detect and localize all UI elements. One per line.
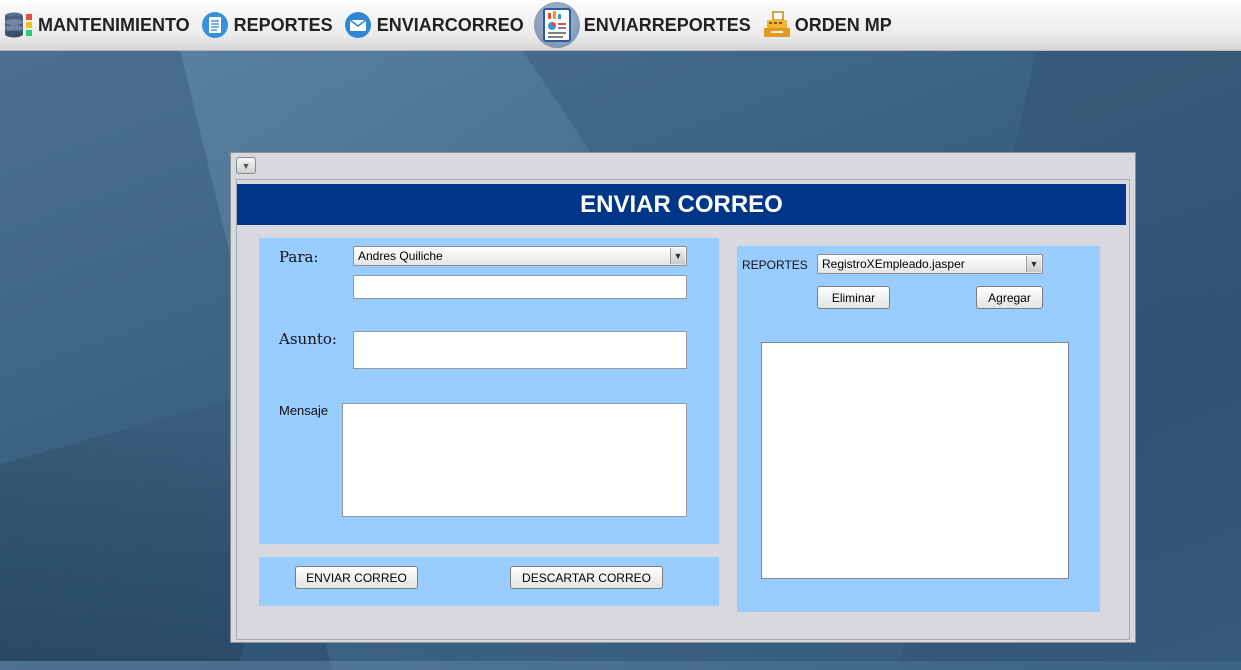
reports-selected-value: RegistroXEmpleado.jasper bbox=[822, 257, 965, 271]
asunto-field[interactable] bbox=[353, 331, 687, 369]
remove-report-button[interactable]: Eliminar bbox=[817, 286, 890, 309]
database-icon bbox=[4, 10, 34, 40]
para-combobox[interactable]: Andres Quiliche ▼ bbox=[353, 246, 687, 266]
para-selected-value: Andres Quiliche bbox=[358, 249, 443, 263]
menu-label: MANTENIMIENTO bbox=[38, 14, 190, 35]
menu-reportes[interactable]: REPORTES bbox=[196, 0, 339, 50]
reports-label: REPORTES bbox=[742, 258, 808, 272]
menu-label: ORDEN MP bbox=[794, 14, 892, 35]
add-report-button[interactable]: Agregar bbox=[976, 286, 1043, 309]
email-actions-panel: ENVIAR CORREO DESCARTAR CORREO bbox=[259, 557, 719, 606]
envelope-icon bbox=[343, 10, 373, 40]
menu-enviarreportes[interactable]: ENVIARREPORTES bbox=[530, 0, 757, 50]
enviar-correo-window: ▼ ENVIAR CORREO Para: Andres Quiliche ▼ … bbox=[230, 152, 1136, 643]
menu-bar: MANTENIMIENTO REPORTES ENVIARCORREO ENVI… bbox=[0, 0, 1241, 51]
window-menu-button[interactable]: ▼ bbox=[236, 157, 256, 174]
discard-email-button[interactable]: DESCARTAR CORREO bbox=[510, 566, 663, 589]
reports-list[interactable] bbox=[761, 342, 1069, 579]
reports-combobox[interactable]: RegistroXEmpleado.jasper ▼ bbox=[817, 254, 1043, 274]
window-title: ENVIAR CORREO bbox=[237, 184, 1126, 225]
menu-label: ENVIARCORREO bbox=[376, 14, 524, 35]
menu-orden-mp[interactable]: ORDEN MP bbox=[757, 0, 898, 50]
window-content: ENVIAR CORREO Para: Andres Quiliche ▼ As… bbox=[236, 179, 1130, 640]
cash-register-icon bbox=[761, 10, 791, 40]
report-chart-icon bbox=[533, 2, 580, 48]
send-email-button[interactable]: ENVIAR CORREO bbox=[295, 566, 418, 589]
reports-panel: REPORTES RegistroXEmpleado.jasper ▼ Elim… bbox=[737, 246, 1100, 612]
chevron-down-icon[interactable]: ▼ bbox=[1026, 256, 1041, 272]
mensaje-label: Mensaje bbox=[279, 403, 329, 418]
menu-enviarcorreo[interactable]: ENVIARCORREO bbox=[339, 0, 530, 50]
document-icon bbox=[200, 10, 230, 40]
para-label: Para: bbox=[279, 248, 319, 266]
chevron-down-icon[interactable]: ▼ bbox=[670, 248, 685, 264]
menu-label: ENVIARREPORTES bbox=[583, 14, 751, 35]
mensaje-textarea[interactable] bbox=[342, 403, 687, 517]
para-extra-field[interactable] bbox=[353, 275, 687, 299]
menu-mantenimiento[interactable]: MANTENIMIENTO bbox=[0, 0, 196, 50]
email-form-panel: Para: Andres Quiliche ▼ Asunto: Mensaje bbox=[259, 238, 719, 544]
asunto-label: Asunto: bbox=[279, 330, 337, 348]
menu-label: REPORTES bbox=[233, 14, 333, 35]
